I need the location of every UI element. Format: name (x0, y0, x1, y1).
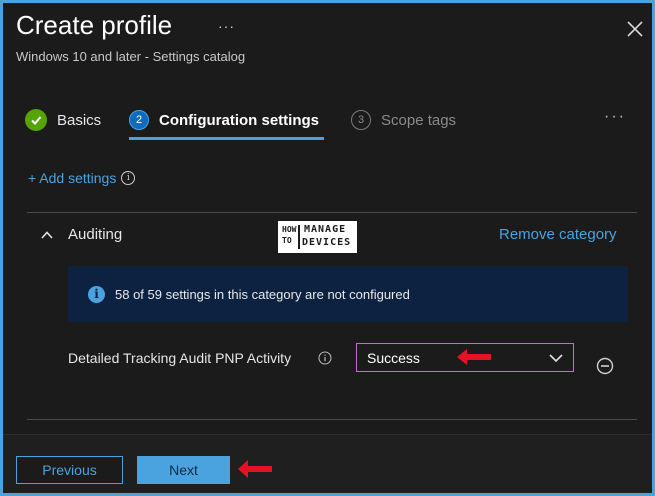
previous-button[interactable]: Previous (16, 456, 123, 484)
info-icon[interactable] (318, 351, 332, 365)
info-banner-text: 58 of 59 settings in this category are n… (115, 286, 410, 302)
remove-circle-icon[interactable] (596, 357, 614, 375)
add-settings-label: + Add settings (28, 170, 117, 186)
category-title[interactable]: Auditing (68, 226, 122, 243)
chevron-down-icon (549, 354, 563, 363)
page-title: Create profile (16, 10, 173, 40)
tab-basics-label: Basics (57, 111, 102, 129)
page-subtitle: Windows 10 and later - Settings catalog (16, 49, 246, 64)
red-arrow-icon (238, 460, 272, 478)
next-button[interactable]: Next (137, 456, 230, 484)
add-settings-link[interactable]: + Add settings i (28, 170, 136, 186)
steps-more-button[interactable]: ··· (604, 108, 626, 126)
close-icon[interactable] (624, 18, 646, 40)
tab-scope-tags[interactable]: 3 Scope tags (351, 108, 456, 132)
setting-label: Detailed Tracking Audit PNP Activity (68, 350, 292, 366)
info-icon[interactable]: i (121, 171, 136, 185)
tab-configuration-settings-label: Configuration settings (159, 111, 319, 129)
remove-category-link[interactable]: Remove category (499, 226, 617, 243)
tab-configuration-settings[interactable]: 2 Configuration settings (129, 108, 319, 132)
more-options-button[interactable]: ··· (218, 18, 235, 34)
red-arrow-icon (457, 349, 491, 365)
step-number-badge: 2 (129, 110, 149, 130)
divider (27, 212, 637, 213)
divider (27, 419, 637, 420)
info-banner: i 58 of 59 settings in this category are… (68, 266, 628, 322)
chevron-up-icon[interactable] (40, 228, 54, 242)
tab-scope-tags-label: Scope tags (381, 111, 457, 129)
checkmark-icon (25, 109, 47, 131)
step-number-badge: 3 (351, 110, 371, 130)
how-to-manage-devices-logo: HOW TO MANAGE DEVICES (278, 221, 357, 253)
tab-basics[interactable]: Basics (25, 108, 101, 132)
active-tab-indicator (129, 137, 324, 140)
info-icon: i (88, 285, 105, 303)
dropdown-selected-value: Success (367, 349, 420, 366)
